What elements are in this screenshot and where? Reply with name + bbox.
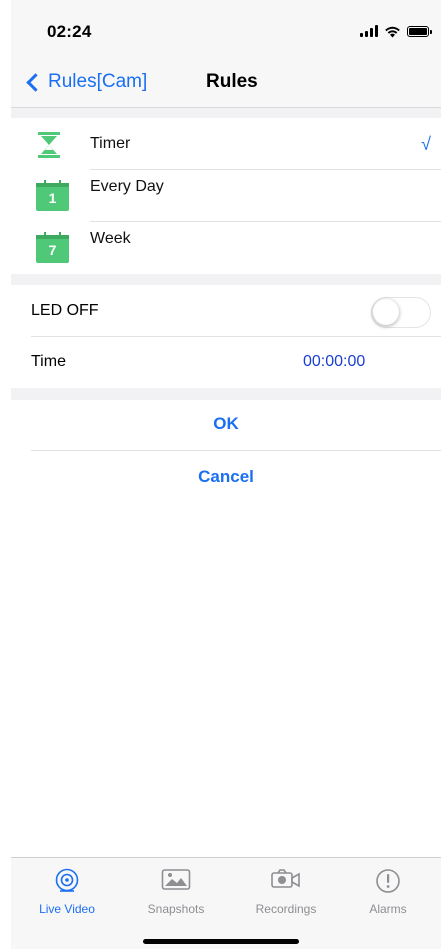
time-label: Time <box>31 353 66 370</box>
live-video-icon <box>55 868 79 892</box>
tab-bar: Live Video Snapshots Recordings Alarms <box>11 857 441 949</box>
recordings-icon <box>271 869 300 888</box>
section-divider <box>11 108 441 118</box>
back-button[interactable]: Rules[Cam] <box>21 68 147 96</box>
tab-label: Recordings <box>255 902 317 916</box>
battery-icon <box>407 25 432 37</box>
back-button-label: Rules[Cam] <box>48 71 148 92</box>
led-label: LED OFF <box>31 302 99 319</box>
rule-row-every-day[interactable]: 1 Every Day <box>11 170 441 222</box>
led-row: LED OFF <box>11 285 441 337</box>
tab-label: Alarms <box>369 902 407 916</box>
rule-label: Every Day <box>90 178 164 195</box>
section-divider <box>11 388 441 400</box>
app-screen: 02:24 Rules[Cam] Rules Timer √ 1 Every D… <box>11 0 441 949</box>
chevron-left-icon <box>26 72 45 92</box>
tab-label: Live Video <box>39 902 95 916</box>
section-divider <box>11 274 441 285</box>
tab-label: Snapshots <box>147 902 205 916</box>
tab-live-video[interactable]: Live Video <box>17 864 117 918</box>
ok-button[interactable]: OK <box>11 414 441 434</box>
rule-row-week[interactable]: 7 Week <box>11 222 441 274</box>
navigation-bar: Rules[Cam] Rules <box>11 58 441 108</box>
alarms-icon <box>376 869 400 893</box>
rule-label: Timer <box>90 135 131 152</box>
time-value[interactable]: 00:00:00 <box>303 353 365 371</box>
rule-label: Week <box>90 230 131 247</box>
cellular-signal-icon <box>360 25 378 37</box>
calendar-1-icon: 1 <box>36 180 69 211</box>
rule-row-timer[interactable]: Timer √ <box>11 118 441 170</box>
checkmark-icon: √ <box>421 134 431 154</box>
calendar-7-icon: 7 <box>36 232 69 263</box>
cancel-button[interactable]: Cancel <box>11 467 441 487</box>
status-time: 02:24 <box>47 22 92 41</box>
wifi-icon <box>385 26 400 37</box>
time-row: Time 00:00:00 <box>11 337 441 388</box>
tab-alarms[interactable]: Alarms <box>338 864 438 918</box>
hourglass-icon <box>38 132 60 158</box>
status-icons <box>360 24 432 38</box>
divider <box>31 450 441 451</box>
page-title: Rules <box>206 71 258 92</box>
status-bar: 02:24 <box>11 0 441 58</box>
tab-recordings[interactable]: Recordings <box>236 864 336 918</box>
home-indicator <box>143 939 299 944</box>
snapshots-icon <box>161 869 191 890</box>
led-toggle[interactable] <box>371 297 431 328</box>
tab-snapshots[interactable]: Snapshots <box>126 864 226 918</box>
